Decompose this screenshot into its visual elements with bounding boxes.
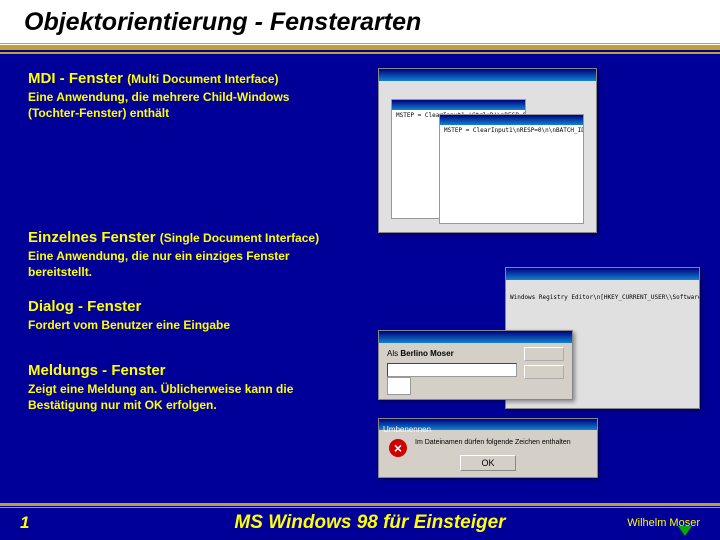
dialog-desc: Fordert vom Benutzer eine Eingabe: [28, 318, 328, 334]
message-desc: Zeigt eine Meldung an. Üblicherweise kan…: [28, 382, 348, 413]
mdi-desc: Eine Anwendung, die mehrere Child-Window…: [28, 90, 328, 121]
next-arrow-icon[interactable]: [678, 526, 692, 536]
slide-title: Objektorientierung - Fensterarten: [0, 0, 720, 46]
error-icon: ×: [389, 439, 407, 457]
msgbox-text: Im Dateinamen dürfen folgende Zeichen en…: [415, 439, 571, 446]
footer: 1 MS Windows 98 für Einsteiger Wilhelm M…: [0, 503, 720, 540]
dialog-screenshot: Als Berlino Moser ✎: [378, 330, 573, 400]
sdi-desc: Eine Anwendung, die nur ein einziges Fen…: [28, 249, 328, 280]
mdi-paren: (Multi Document Interface): [127, 72, 278, 86]
footer-title: MS Windows 98 für Einsteiger: [160, 512, 580, 534]
sdi-paren: (Single Document Interface): [160, 231, 319, 245]
page-number: 1: [20, 513, 160, 533]
title-rule: [0, 46, 720, 50]
mdi-heading: MDI - Fenster: [28, 70, 123, 87]
mdi-screenshot: MSTEP = ClearInput1 'Ctrl+D'\nRESP=0\n\n…: [378, 68, 597, 233]
msgbox-title: Umbenennen: [379, 425, 431, 434]
message-screenshot: Umbenennen × Im Dateinamen dürfen folgen…: [378, 418, 598, 478]
sdi-heading: Einzelnes Fenster: [28, 229, 156, 246]
ok-button[interactable]: OK: [460, 455, 516, 471]
